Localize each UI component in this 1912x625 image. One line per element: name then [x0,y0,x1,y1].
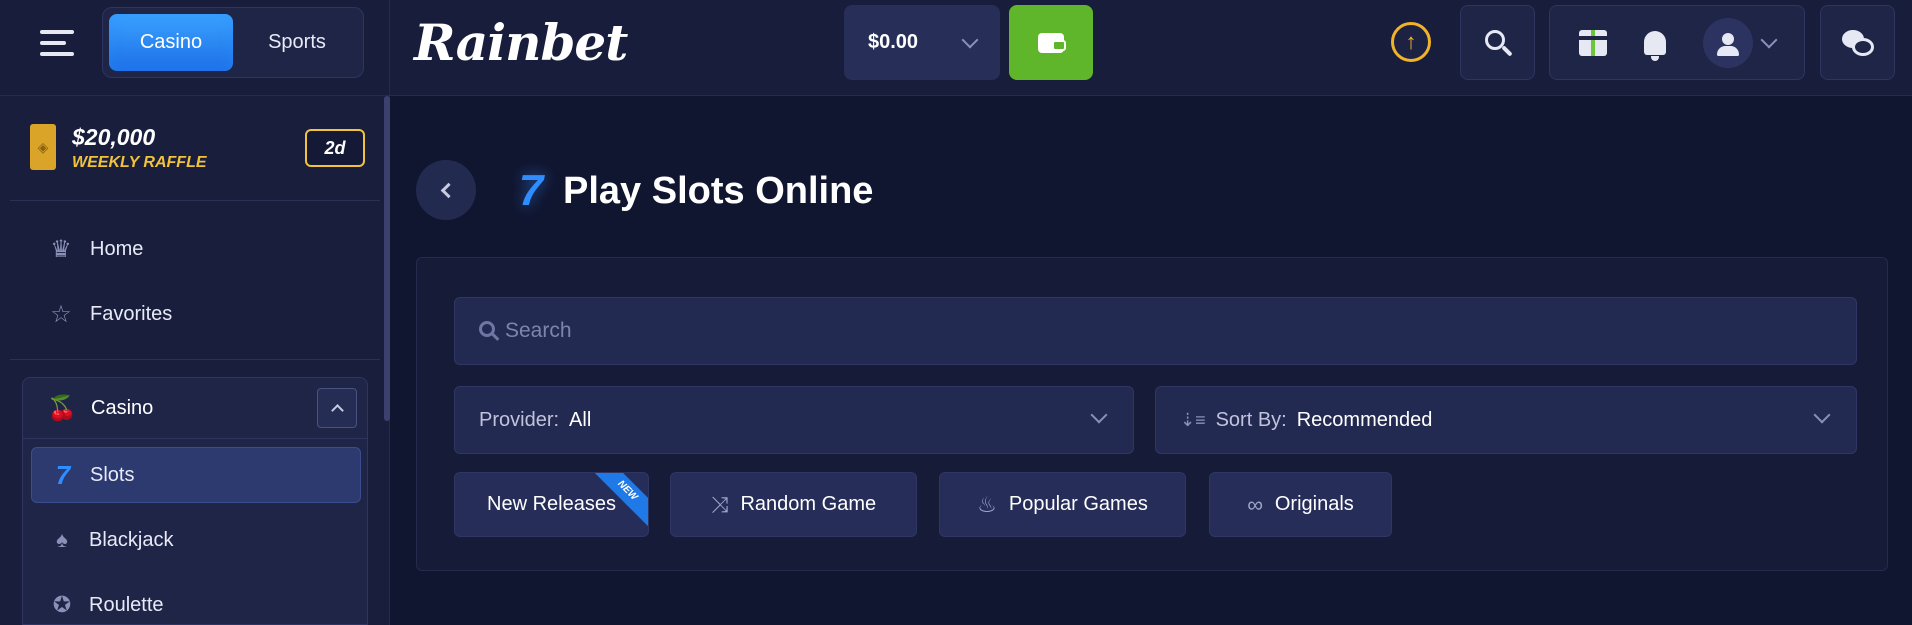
chevron-down-icon [961,31,979,48]
user-actions-group [1549,5,1805,80]
filter-panel: Provider: All ⇣≡ Sort By: Recommended Ne… [416,257,1888,571]
divider [389,0,390,96]
top-bar: Casino Sports Rainbet $0.00 ↑ [0,0,1912,96]
casino-submenu: 7 Slots ♠ Blackjack ✪ Roulette [22,439,368,625]
bell-icon[interactable] [1643,30,1666,61]
avatar [1703,17,1754,68]
seven-icon: 7 [518,166,544,215]
provider-value: All [569,408,592,431]
sidebar-item-slots[interactable]: 7 Slots [31,447,361,503]
sidebar-section-casino[interactable]: 🍒 Casino [22,377,368,439]
rainbet-logo[interactable]: Rainbet [414,8,628,78]
divider [10,200,380,201]
raffle-countdown-badge: 2d [305,129,365,167]
casino-mode-button[interactable]: Casino [109,14,233,71]
cherries-icon: 🍒 [47,394,77,422]
sidebar: ◈ $20,000 WEEKLY RAFFLE 2d ♛ Home ☆ Favo… [0,96,390,625]
search-bar[interactable] [454,297,1857,365]
chevron-down-icon [1813,406,1831,424]
provider-dropdown[interactable]: Provider: All [454,386,1134,454]
chevron-left-icon [440,182,456,198]
page-title-text: Play Slots Online [563,169,874,212]
main-content: 7 Play Slots Online Provider: All ⇣≡ Sor… [391,96,1912,625]
sidebar-item-blackjack[interactable]: ♠ Blackjack [31,512,361,568]
search-input[interactable] [505,319,1856,343]
random-game-button[interactable]: ⤨ Random Game [670,472,917,537]
search-button[interactable] [1460,5,1535,80]
chevron-down-icon [1090,406,1108,424]
crown-icon: ♛ [50,235,72,263]
sidebar-scrollbar[interactable] [384,96,390,421]
roulette-icon: ✪ [52,592,72,617]
spade-icon: ♠ [56,527,68,552]
divider [10,359,380,360]
originals-button[interactable]: ∞ Originals [1209,472,1392,537]
balance-dropdown[interactable]: $0.00 [844,5,1000,80]
balance-value: $0.00 [868,31,919,53]
provider-label: Provider: [479,408,560,431]
sidebar-item-label: Blackjack [89,528,174,551]
new-releases-button[interactable]: New Releases NEW [454,472,649,537]
sidebar-item-home[interactable]: ♛ Home [46,229,143,269]
app-root: Casino Sports Rainbet $0.00 ↑ ◈ $20,000 … [0,0,1912,625]
sidebar-item-label: Home [90,237,144,260]
popular-games-button[interactable]: ♨ Popular Games [939,472,1186,537]
mode-switch: Casino Sports [102,7,364,78]
sort-dropdown[interactable]: ⇣≡ Sort By: Recommended [1155,386,1857,454]
chevron-up-icon [330,404,344,417]
menu-icon[interactable] [40,30,74,56]
sidebar-item-label: Slots [90,463,135,486]
sports-mode-button[interactable]: Sports [237,14,357,71]
sort-icon: ⇣≡ [1180,409,1206,430]
ticket-icon: ◈ [30,124,56,170]
sidebar-item-roulette[interactable]: ✪ Roulette [31,577,361,625]
chip-label: Popular Games [1008,493,1148,515]
chip-label: Originals [1274,493,1354,515]
chip-label: Random Game [740,493,877,515]
chat-icon [1841,29,1874,56]
wallet-button[interactable] [1009,5,1093,80]
flame-icon: ♨ [977,491,997,517]
sort-label: Sort By: [1215,408,1287,431]
section-label: Casino [91,396,154,419]
raffle-amount: $20,000 [72,124,156,150]
sidebar-item-favorites[interactable]: ☆ Favorites [46,294,172,334]
user-icon [1722,32,1735,45]
shuffle-icon: ⤨ [710,491,729,517]
chevron-down-icon [1760,31,1778,48]
chip-label: New Releases [487,493,616,515]
search-icon [1484,29,1505,50]
raffle-label: WEEKLY RAFFLE [72,154,207,171]
wallet-icon [1038,32,1066,53]
sidebar-item-label: Roulette [89,593,164,616]
sort-value: Recommended [1296,408,1433,431]
gift-icon[interactable] [1576,29,1609,56]
sidebar-item-label: Favorites [90,302,173,325]
originals-icon: ∞ [1247,491,1263,517]
seven-icon: 7 [55,459,71,490]
page-title: 7 Play Slots Online [511,166,874,216]
profile-dropdown[interactable] [1703,17,1778,68]
back-button[interactable] [416,160,476,220]
rank-up-icon[interactable]: ↑ [1391,22,1431,62]
star-icon: ☆ [50,300,72,328]
chat-button[interactable] [1820,5,1895,80]
search-icon [479,321,495,337]
collapse-button[interactable] [317,388,357,428]
weekly-raffle-banner[interactable]: ◈ $20,000 WEEKLY RAFFLE 2d [30,124,365,176]
